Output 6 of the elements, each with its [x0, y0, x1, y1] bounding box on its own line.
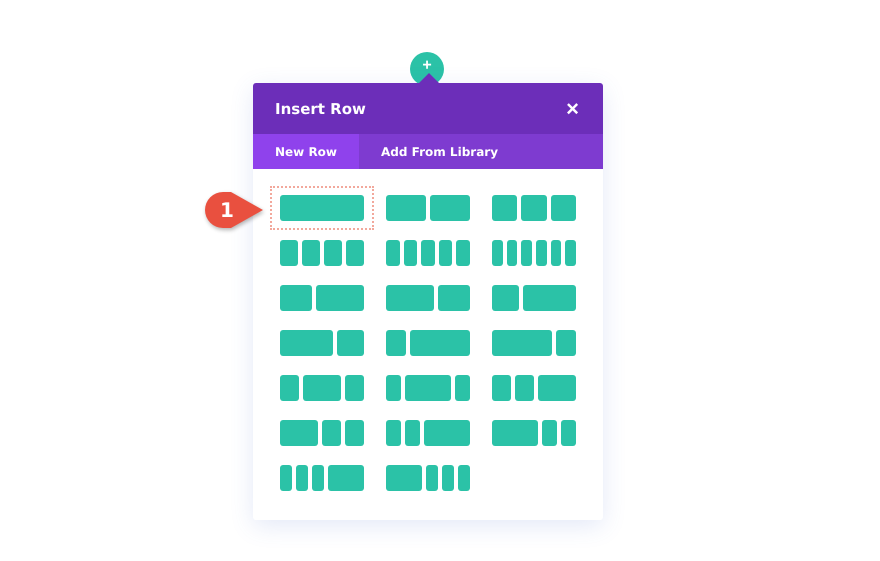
step-callout: 1 — [203, 190, 265, 230]
dialog-title: Insert Row — [275, 100, 366, 118]
tab[interactable]: Add From Library — [359, 134, 520, 169]
close-button[interactable]: × — [564, 98, 581, 120]
tab[interactable]: New Row — [253, 134, 360, 169]
row-layout-option[interactable] — [270, 186, 374, 230]
